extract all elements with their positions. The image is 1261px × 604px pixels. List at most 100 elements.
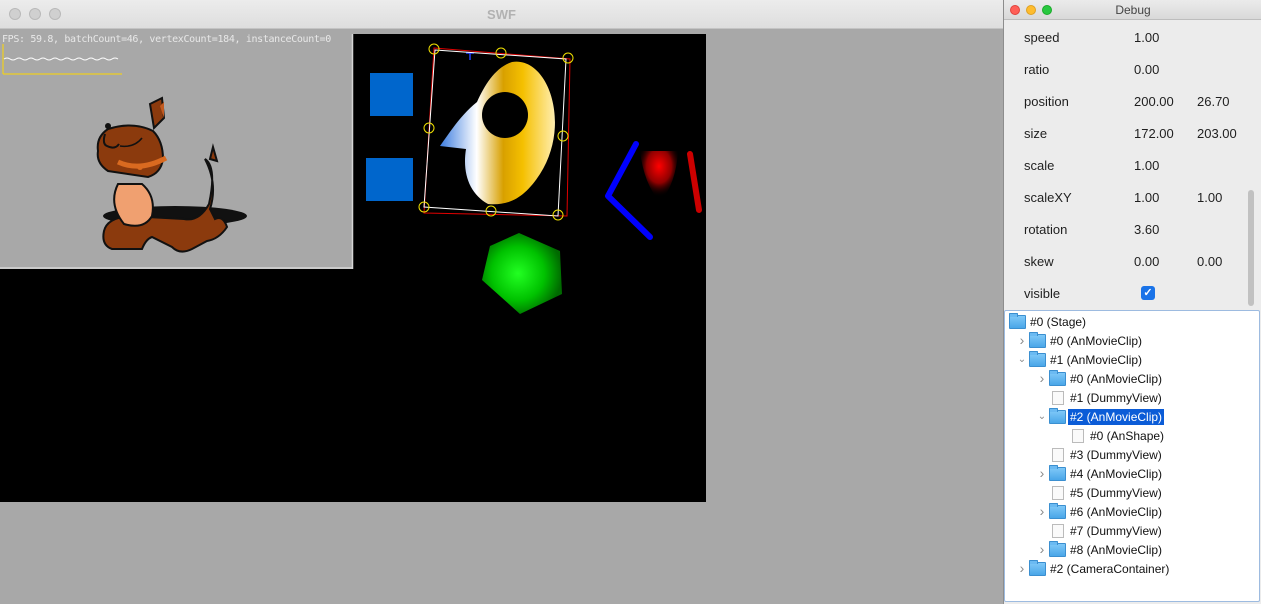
- folder-icon: [1049, 465, 1066, 481]
- folder-icon: [1049, 541, 1066, 557]
- file-icon: [1052, 391, 1064, 405]
- prop-value[interactable]: 0.00: [1134, 254, 1159, 269]
- blue-square-bottom[interactable]: [366, 158, 413, 201]
- file-icon: [1052, 524, 1064, 538]
- tree-node[interactable]: › #4 (AnMovieClip): [1005, 465, 1259, 484]
- tree-node[interactable]: #1 (DummyView): [1005, 389, 1259, 408]
- prop-row-rotation: rotation 3.60: [1006, 217, 1246, 249]
- chevron-right-icon[interactable]: ›: [1037, 542, 1047, 557]
- stage-graphics: [0, 34, 702, 314]
- chevron-right-icon[interactable]: ›: [1037, 504, 1047, 519]
- tree-node[interactable]: #5 (DummyView): [1005, 484, 1259, 503]
- tree-node[interactable]: #7 (DummyView): [1005, 522, 1259, 541]
- chevron-right-icon[interactable]: ›: [1017, 333, 1027, 348]
- prop-value-2[interactable]: 203.00: [1197, 126, 1237, 141]
- prop-label: scaleXY: [1024, 190, 1072, 205]
- tree-node[interactable]: › #2 (CameraContainer): [1005, 560, 1259, 579]
- red-glow-shape[interactable]: [640, 151, 678, 202]
- chevron-down-icon[interactable]: ⌄: [1017, 353, 1027, 367]
- chevron-right-icon[interactable]: ›: [1017, 561, 1027, 576]
- display-tree: #0 (Stage) › #0 (AnMovieClip) ⌄ #1 (AnMovieC…: [1004, 310, 1260, 602]
- chevron-right-icon[interactable]: ›: [1037, 466, 1047, 481]
- tree-node-label: #0 (AnMovieClip): [1070, 372, 1163, 386]
- tree-node[interactable]: › #8 (AnMovieClip): [1005, 541, 1259, 560]
- red-bar[interactable]: [687, 151, 702, 213]
- prop-row-scale: scale 1.00: [1006, 153, 1246, 185]
- debug-titlebar: Debug: [1004, 0, 1261, 20]
- properties-panel: speed 1.00 ratio 0.00 position 200.00 26…: [1006, 22, 1260, 309]
- prop-value[interactable]: 1.00: [1134, 190, 1159, 205]
- prop-value[interactable]: 3.60: [1134, 222, 1159, 237]
- tree-node[interactable]: › #0 (AnMovieClip): [1005, 370, 1259, 389]
- prop-value-2[interactable]: 26.70: [1197, 94, 1230, 109]
- tree-node-label: #8 (AnMovieClip): [1070, 543, 1163, 557]
- prop-label: ratio: [1024, 62, 1050, 77]
- prop-row-ratio: ratio 0.00: [1006, 57, 1246, 89]
- folder-icon: [1009, 313, 1026, 329]
- tree-node[interactable]: › #0 (AnMovieClip): [1005, 332, 1259, 351]
- tree-node[interactable]: ⌄ #2 (AnMovieClip): [1005, 408, 1259, 427]
- tree-node-label: #2 (AnMovieClip): [1068, 409, 1165, 425]
- tree-node-label: #7 (DummyView): [1070, 524, 1162, 538]
- chevron-right-icon[interactable]: ›: [1037, 371, 1047, 386]
- prop-value[interactable]: 200.00: [1134, 94, 1174, 109]
- tree-node[interactable]: › #6 (AnMovieClip): [1005, 503, 1259, 522]
- prop-row-size: size 172.00 203.00: [1006, 121, 1246, 153]
- dog-movieclip[interactable]: [0, 34, 354, 269]
- file-icon: [1072, 429, 1084, 443]
- prop-label: speed: [1024, 30, 1060, 45]
- tree-node-label: #0 (AnShape): [1090, 429, 1165, 443]
- tree-node-label: #0 (AnMovieClip): [1050, 334, 1143, 348]
- prop-label: size: [1024, 126, 1048, 141]
- tree-node[interactable]: #0 (AnShape): [1005, 427, 1259, 446]
- folder-icon: [1029, 332, 1046, 348]
- prop-value[interactable]: 1.00: [1134, 30, 1159, 45]
- properties-scrollbar[interactable]: [1248, 190, 1254, 306]
- prop-label: visible: [1024, 286, 1061, 301]
- blue-square-top[interactable]: [370, 73, 413, 116]
- swf-content: FPS: 59.8, batchCount=46, vertexCount=18…: [0, 29, 1003, 604]
- prop-row-visible: visible ✓: [1006, 281, 1246, 309]
- prop-label: skew: [1024, 254, 1054, 269]
- tree-node-label: #1 (DummyView): [1070, 391, 1162, 405]
- window-title: SWF: [487, 7, 516, 22]
- selected-shape[interactable]: [440, 52, 555, 205]
- stage-canvas[interactable]: FPS: 59.8, batchCount=46, vertexCount=18…: [0, 34, 706, 502]
- swf-window: SWF FPS: 59.8, batchCount=46, vertexCoun…: [0, 0, 1003, 604]
- visible-checkbox[interactable]: ✓: [1141, 286, 1155, 300]
- prop-label: position: [1024, 94, 1069, 109]
- prop-value[interactable]: 0.00: [1134, 62, 1159, 77]
- prop-row-scalexy: scaleXY 1.00 1.00: [1006, 185, 1246, 217]
- chevron-down-icon[interactable]: ⌄: [1037, 410, 1047, 424]
- tree-node-label: #6 (AnMovieClip): [1070, 505, 1163, 519]
- tree-node-label: #0 (Stage): [1030, 315, 1087, 329]
- tree-node-label: #1 (AnMovieClip): [1050, 353, 1143, 367]
- prop-value[interactable]: 1.00: [1134, 158, 1159, 173]
- tree-node[interactable]: #3 (DummyView): [1005, 446, 1259, 465]
- prop-row-speed: speed 1.00: [1006, 25, 1246, 57]
- prop-value-2[interactable]: 0.00: [1197, 254, 1222, 269]
- file-icon: [1052, 486, 1064, 500]
- tree-node-label: #2 (CameraContainer): [1050, 562, 1170, 576]
- file-icon: [1052, 448, 1064, 462]
- prop-row-skew: skew 0.00 0.00: [1006, 249, 1246, 281]
- tree-node[interactable]: #0 (Stage): [1005, 313, 1259, 332]
- tree-node[interactable]: ⌄ #1 (AnMovieClip): [1005, 351, 1259, 370]
- folder-icon: [1029, 560, 1046, 576]
- folder-icon: [1029, 351, 1046, 367]
- prop-row-position: position 200.00 26.70: [1006, 89, 1246, 121]
- folder-icon: [1049, 370, 1066, 386]
- tree-node-label: #5 (DummyView): [1070, 486, 1162, 500]
- prop-label: rotation: [1024, 222, 1068, 237]
- folder-icon: [1049, 503, 1066, 519]
- prop-label: scale: [1024, 158, 1055, 173]
- debug-window: Debug speed 1.00 ratio 0.00 position 200…: [1003, 0, 1261, 604]
- prop-value-2[interactable]: 1.00: [1197, 190, 1222, 205]
- tree-node-label: #3 (DummyView): [1070, 448, 1162, 462]
- swf-titlebar: SWF: [0, 0, 1003, 29]
- stats-text: FPS: 59.8, batchCount=46, vertexCount=18…: [2, 34, 331, 45]
- green-pentagon[interactable]: [482, 233, 562, 314]
- tree-node-label: #4 (AnMovieClip): [1070, 467, 1163, 481]
- folder-icon: [1049, 408, 1066, 424]
- prop-value[interactable]: 172.00: [1134, 126, 1174, 141]
